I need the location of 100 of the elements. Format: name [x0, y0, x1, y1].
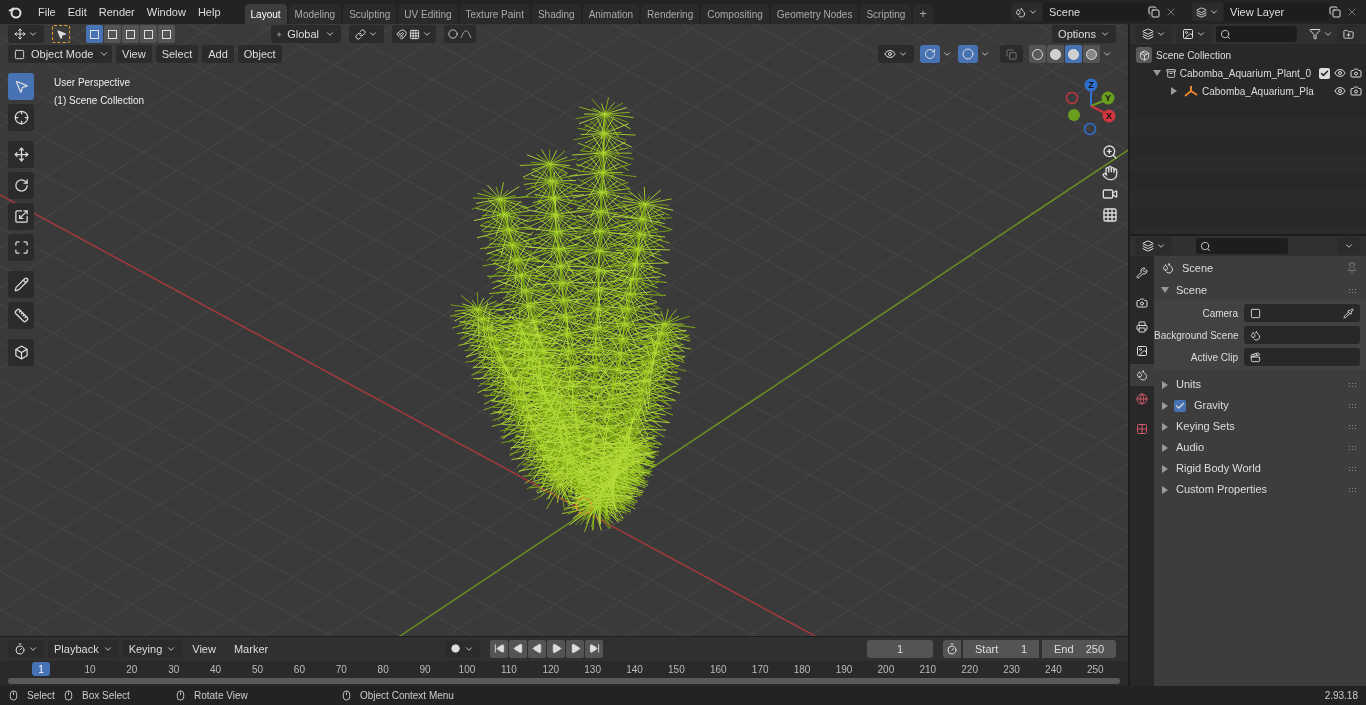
disclosure-triangle-icon[interactable]	[1162, 401, 1168, 410]
cube-tool-button[interactable]	[8, 339, 34, 366]
workspace-tab[interactable]: Shading	[531, 4, 581, 24]
3d-viewport[interactable]: Global Options Object Mode View Select Add Object User Perspective (1) Scene Collection Z Y X	[0, 24, 1128, 636]
scale-tool-button[interactable]	[8, 203, 34, 230]
view-layer-name-field[interactable]: View Layer	[1224, 3, 1328, 21]
mode-dropdown[interactable]: Object Mode	[8, 45, 112, 63]
menu-item[interactable]: Edit	[61, 3, 93, 21]
proportional-edit-toggle[interactable]	[444, 25, 476, 43]
selection-mode-button[interactable]	[86, 25, 103, 43]
move-tool-button[interactable]	[8, 141, 34, 168]
visibility-dropdown[interactable]	[878, 45, 914, 63]
record-button[interactable]	[445, 639, 480, 658]
filter-mode-button[interactable]	[1176, 25, 1212, 43]
grid-icon[interactable]	[1102, 207, 1118, 223]
timeline-menu[interactable]: Marker	[225, 640, 277, 657]
current-frame-field[interactable]: 1	[867, 639, 933, 658]
selection-mode-button[interactable]	[158, 25, 175, 43]
panel-header[interactable]: Rigid Body World	[1176, 460, 1261, 477]
caret-icon[interactable]	[942, 49, 952, 59]
workspace-tab[interactable]: UV Editing	[398, 4, 458, 24]
snap-toggle[interactable]	[392, 25, 436, 43]
rotate-tool-button[interactable]	[8, 172, 34, 199]
panel-header[interactable]: Custom Properties	[1176, 481, 1268, 498]
properties-tab[interactable]	[1130, 364, 1154, 386]
camera-icon[interactable]	[1350, 85, 1362, 97]
xray-toggle[interactable]	[1000, 45, 1023, 63]
panel-checkbox[interactable]	[1174, 399, 1186, 412]
video-camera-icon[interactable]	[1102, 186, 1118, 202]
eyedropper-icon[interactable]	[1343, 307, 1354, 319]
object-picker-field[interactable]	[1244, 348, 1360, 366]
playhead-frame-label[interactable]: 1	[32, 662, 50, 677]
workspace-tab[interactable]: Modeling	[288, 4, 342, 24]
camera-icon[interactable]	[1350, 67, 1362, 79]
start-frame-field[interactable]: Start 1	[963, 639, 1039, 658]
overlay-toggle[interactable]	[958, 45, 978, 63]
viewport-menu[interactable]: Object	[237, 45, 282, 63]
editor-type-button[interactable]	[1136, 237, 1172, 255]
timeline-menu[interactable]: View	[184, 640, 224, 657]
orientation-dropdown[interactable]: Global	[271, 25, 341, 43]
filter-button[interactable]	[1309, 28, 1333, 40]
pin-icon[interactable]	[1346, 262, 1358, 274]
eye-icon[interactable]	[1334, 67, 1346, 79]
selection-mode-button[interactable]	[104, 25, 121, 43]
outliner-item-label[interactable]: Cabomba_Aquarium_Plant_0	[1179, 65, 1311, 81]
axis-gizmo-drawing[interactable]	[1065, 78, 1116, 136]
new-collection-button[interactable]	[1337, 25, 1360, 43]
workspace-tab[interactable]: Rendering	[641, 4, 700, 24]
previous-keyframe-button[interactable]	[509, 639, 527, 658]
transform-tool-button[interactable]	[8, 234, 34, 261]
search-field[interactable]	[1216, 26, 1297, 42]
add-workspace-button[interactable]: +	[913, 4, 933, 24]
workspace-tab[interactable]: Sculpting	[343, 4, 397, 24]
exclude-checkbox[interactable]	[1319, 67, 1330, 79]
jump-start-button[interactable]	[490, 639, 508, 658]
timeline-menu[interactable]: Keying	[122, 639, 183, 658]
zoom-icon[interactable]	[1102, 144, 1118, 160]
disclosure-triangle-icon[interactable]	[1162, 380, 1168, 389]
pencil-tool-button[interactable]	[8, 271, 34, 298]
options-dropdown[interactable]: Options	[1052, 25, 1116, 43]
next-keyframe-button[interactable]	[566, 639, 584, 658]
close-icon[interactable]	[1346, 6, 1358, 18]
panel-header[interactable]: Keying Sets	[1176, 418, 1235, 435]
tweak-tool-button[interactable]	[52, 25, 70, 43]
workspace-tab[interactable]: Layout	[244, 4, 287, 24]
object-picker-field[interactable]	[1244, 304, 1360, 322]
outliner-item-label[interactable]: Scene Collection	[1156, 47, 1232, 63]
disclosure-triangle-icon[interactable]	[1162, 422, 1168, 431]
scene-selector[interactable]	[1011, 3, 1042, 21]
cursor-tool-button[interactable]	[8, 104, 34, 131]
hand-icon[interactable]	[1102, 165, 1118, 181]
play-button[interactable]	[547, 639, 565, 658]
viewport-menu[interactable]: View	[116, 45, 152, 63]
scene-name-field[interactable]: Scene	[1043, 3, 1147, 21]
shading-mode-button[interactable]	[1029, 45, 1046, 63]
display-mode-button[interactable]	[1136, 25, 1172, 43]
gizmo-toggle[interactable]	[920, 45, 940, 63]
caret-icon[interactable]	[980, 49, 990, 59]
workspace-tab[interactable]: Animation	[582, 4, 640, 24]
panel-header[interactable]: Units	[1176, 376, 1202, 393]
viewport-menu[interactable]: Select	[155, 45, 199, 63]
disclosure-triangle-icon[interactable]	[1162, 464, 1168, 473]
outliner-item-label[interactable]: Cabomba_Aquarium_Pla	[1202, 83, 1314, 99]
disclosure-triangle-icon[interactable]	[1162, 485, 1168, 494]
timeline-menu[interactable]: Playback	[48, 639, 119, 658]
copy-icon[interactable]	[1148, 6, 1160, 18]
ruler-tool-button[interactable]	[8, 302, 34, 329]
shading-mode-button[interactable]	[1047, 45, 1064, 63]
viewport-menu[interactable]: Add	[202, 45, 234, 63]
panel-header[interactable]: Gravity	[1194, 397, 1229, 414]
app-logo-icon[interactable]	[8, 5, 22, 19]
pivot-dropdown[interactable]	[349, 25, 384, 43]
selection-mode-button[interactable]	[122, 25, 139, 43]
play-reverse-button[interactable]	[528, 639, 546, 658]
disclosure-triangle-icon[interactable]	[1162, 443, 1168, 452]
search-field[interactable]	[1196, 238, 1288, 254]
workspace-tab[interactable]: Texture Paint	[459, 4, 530, 24]
selection-mode-button[interactable]	[140, 25, 157, 43]
workspace-tab[interactable]: Scripting	[860, 4, 912, 24]
menu-item[interactable]: File	[32, 3, 62, 21]
